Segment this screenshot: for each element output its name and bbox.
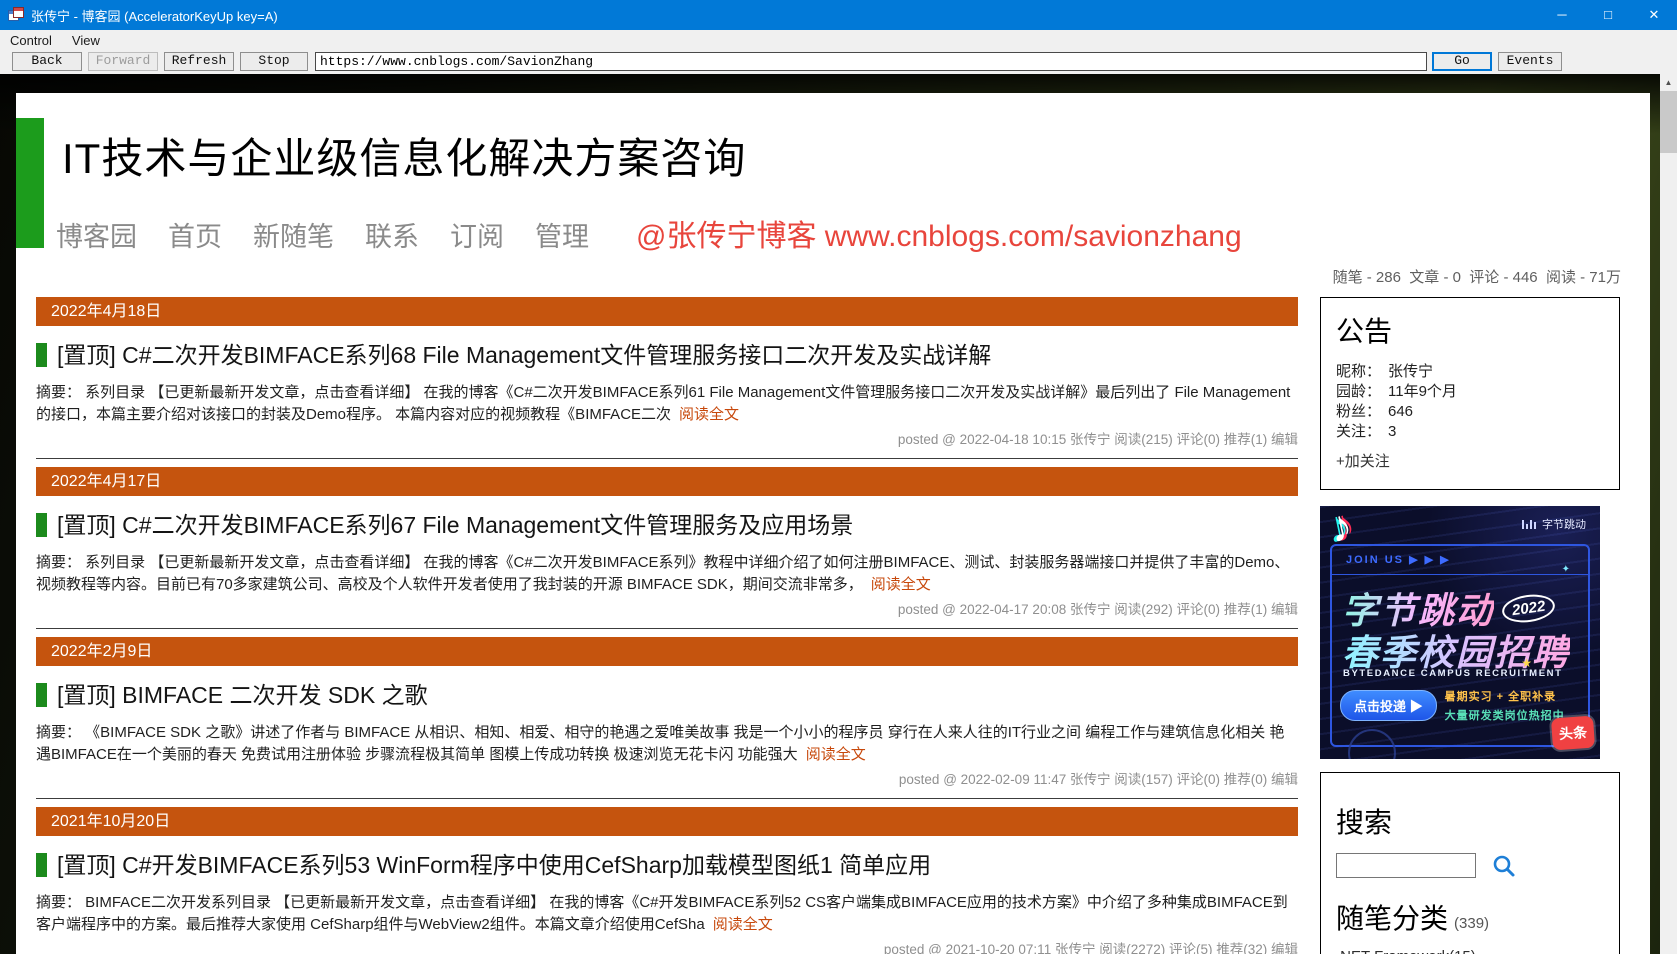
minimize-icon[interactable]: ─ [1539,0,1585,30]
sparkle-icon: ✦ [1561,564,1570,575]
ad-logo-caption: 字节跳动 [1542,519,1586,531]
nav-new-post[interactable]: 新随笔 [253,215,334,254]
blog-nav: 博客园 首页 新随笔 联系 订阅 管理 @张传宁博客 www.cnblogs.c… [56,211,1242,255]
bytedance-logo-icon: 字节跳动 [1522,516,1586,532]
post-entry: 2021年10月20日 [置顶] C#开发BIMFACE系列53 WinForm… [36,807,1298,954]
toolbar: Back Forward Refresh Stop Go Events [0,51,1677,74]
post-separator [36,798,1298,799]
ad-join-us: JOIN US ▶ ▶ ▶ [1346,554,1451,566]
post-footer[interactable]: posted @ 2022-02-09 11:47 张传宁 阅读(157) 评论… [36,772,1298,788]
window-title: 张传宁 - 博客园 (AcceleratorKeyUp key=A) [31,8,278,24]
nav-manage[interactable]: 管理 [535,215,589,254]
forward-button[interactable]: Forward [88,52,158,71]
maximize-icon[interactable]: □ [1585,0,1631,30]
post-summary: 摘要： BIMFACE二次开发系列目录 【已更新最新开发文章，点击查看详细】 在… [36,894,1288,933]
read-more-link[interactable]: 阅读全文 [871,576,931,593]
refresh-button[interactable]: Refresh [164,52,234,71]
bytedance-ad-banner[interactable]: ♪ 字节跳动 JOIN US ▶ ▶ ▶ 字节跳动 2022 春季校园招聘 BY… [1320,506,1600,759]
post-title-link[interactable]: [置顶] C#二次开发BIMFACE系列67 File Management文件… [36,510,1298,540]
star-icon: ★ [1521,656,1532,670]
ad-apply-button[interactable]: 点击投递 ▶ [1340,690,1437,721]
post-summary: 摘要： 《BIMFACE SDK 之歌》讲述了作者与 BIMFACE 从相识、相… [36,724,1285,763]
ad-promo-line1: 暑期实习 + 全职补录 [1444,691,1557,703]
search-input[interactable] [1336,853,1476,878]
menubar: Control View [0,30,1677,51]
post-footer[interactable]: posted @ 2022-04-18 10:15 张传宁 阅读(215) 评论… [36,432,1298,448]
post-bullet-icon [36,513,47,537]
menu-view[interactable]: View [62,31,110,50]
go-button[interactable]: Go [1432,52,1492,71]
read-more-link[interactable]: 阅读全文 [679,406,739,423]
app-window: 张传宁 - 博客园 (AcceleratorKeyUp key=A) ─ □ ✕… [0,0,1677,954]
app-icon [8,7,24,23]
events-button[interactable]: Events [1498,52,1562,71]
announcement-following: 关注： 3 [1336,423,1397,440]
post-date-banner: 2022年2月9日 [36,637,1298,666]
post-bullet-icon [36,683,47,707]
post-separator [36,458,1298,459]
announcement-nickname: 昵称： 张传宁 [1336,363,1434,380]
blog-stats: 随笔 - 286 文章 - 0 评论 - 446 阅读 - 71万 [1332,269,1621,286]
post-title-link[interactable]: [置顶] BIMFACE 二次开发 SDK 之歌 [36,680,1298,710]
nav-subscribe[interactable]: 订阅 [450,215,504,254]
ad-promo-line2: 大量研发类岗位热招中 [1444,710,1565,722]
post-entry: 2022年2月9日 [置顶] BIMFACE 二次开发 SDK 之歌 摘要： 《… [36,637,1298,799]
vertical-scrollbar[interactable]: ▲ [1660,74,1677,954]
ad-year-badge: 2022 [1500,590,1558,626]
categories-count: (339) [1454,915,1490,932]
menu-control[interactable]: Control [0,31,62,50]
read-more-link[interactable]: 阅读全文 [806,746,866,763]
blog-page: IT技术与企业级信息化解决方案咨询 博客园 首页 新随笔 联系 订阅 管理 @张… [16,93,1650,954]
ad-divider [1332,574,1588,575]
blog-handle: @张传宁博客 www.cnblogs.com/savionzhang [636,220,1242,253]
post-summary: 摘要： 系列目录 【已更新最新开发文章，点击查看详细】 在我的博客《C#二次开发… [36,554,1290,593]
announcement-box: 公告 昵称： 张传宁 园龄： 11年9个月 粉丝： 646 关注： 3 +加关注 [1320,297,1620,490]
post-bullet-icon [36,853,47,877]
post-list: 2022年4月18日 [置顶] C#二次开发BIMFACE系列68 File M… [36,297,1298,954]
post-entry: 2022年4月17日 [置顶] C#二次开发BIMFACE系列67 File M… [36,467,1298,629]
announcement-title: 公告 [1336,316,1393,347]
category-link[interactable]: .NET Framework(15) [1336,947,1604,954]
close-icon[interactable]: ✕ [1631,0,1677,30]
post-footer[interactable]: posted @ 2021-10-20 07:11 张传宁 阅读(2272) 评… [36,942,1298,954]
follow-link[interactable]: +加关注 [1336,450,1604,471]
sidebar: 公告 昵称：张传宁 园龄：11年9个月 粉丝：646 关注：3 +加关注 [1320,297,1620,954]
read-more-link[interactable]: 阅读全文 [713,916,773,933]
toutiao-badge: 头条 [1550,715,1596,751]
titlebar: 张传宁 - 博客园 (AcceleratorKeyUp key=A) ─ □ ✕ [0,0,1677,30]
post-date-banner: 2022年4月18日 [36,297,1298,326]
categories-list: .NET Framework(15) .NET Standard(10) [1336,947,1604,954]
back-button[interactable]: Back [12,52,82,71]
nav-contact[interactable]: 联系 [365,215,419,254]
announcement-age: 园龄： 11年9个月 [1336,383,1457,400]
post-bullet-icon [36,343,47,367]
search-icon[interactable] [1491,853,1517,879]
nav-home[interactable]: 首页 [168,215,222,254]
blog-title: IT技术与企业级信息化解决方案咨询 [62,135,747,182]
header-accent-bar [16,118,44,248]
categories-title: 随笔分类 (339) [1336,903,1490,934]
post-date-banner: 2022年4月17日 [36,467,1298,496]
browser-viewport: IT技术与企业级信息化解决方案咨询 博客园 首页 新随笔 联系 订阅 管理 @张… [0,74,1677,954]
post-title-link[interactable]: [置顶] C#二次开发BIMFACE系列68 File Management文件… [36,340,1298,370]
post-date-banner: 2021年10月20日 [36,807,1298,836]
post-title-link[interactable]: [置顶] C#开发BIMFACE系列53 WinForm程序中使用CefShar… [36,850,1298,880]
post-entry: 2022年4月18日 [置顶] C#二次开发BIMFACE系列68 File M… [36,297,1298,459]
search-title: 搜索 [1336,807,1393,838]
search-box: 搜索 随笔分类(339) .NET [1320,772,1620,954]
nav-cnblogs[interactable]: 博客园 [56,215,137,254]
post-footer[interactable]: posted @ 2022-04-17 20:08 张传宁 阅读(292) 评论… [36,602,1298,618]
scroll-up-icon[interactable]: ▲ [1660,74,1677,91]
announcement-followers: 粉丝： 646 [1336,403,1414,420]
post-separator [36,628,1298,629]
url-input[interactable] [315,52,1427,71]
post-summary: 摘要： 系列目录 【已更新最新开发文章，点击查看详细】 在我的博客《C#二次开发… [36,384,1291,423]
scrollbar-thumb[interactable] [1660,91,1677,153]
stop-button[interactable]: Stop [240,52,308,71]
